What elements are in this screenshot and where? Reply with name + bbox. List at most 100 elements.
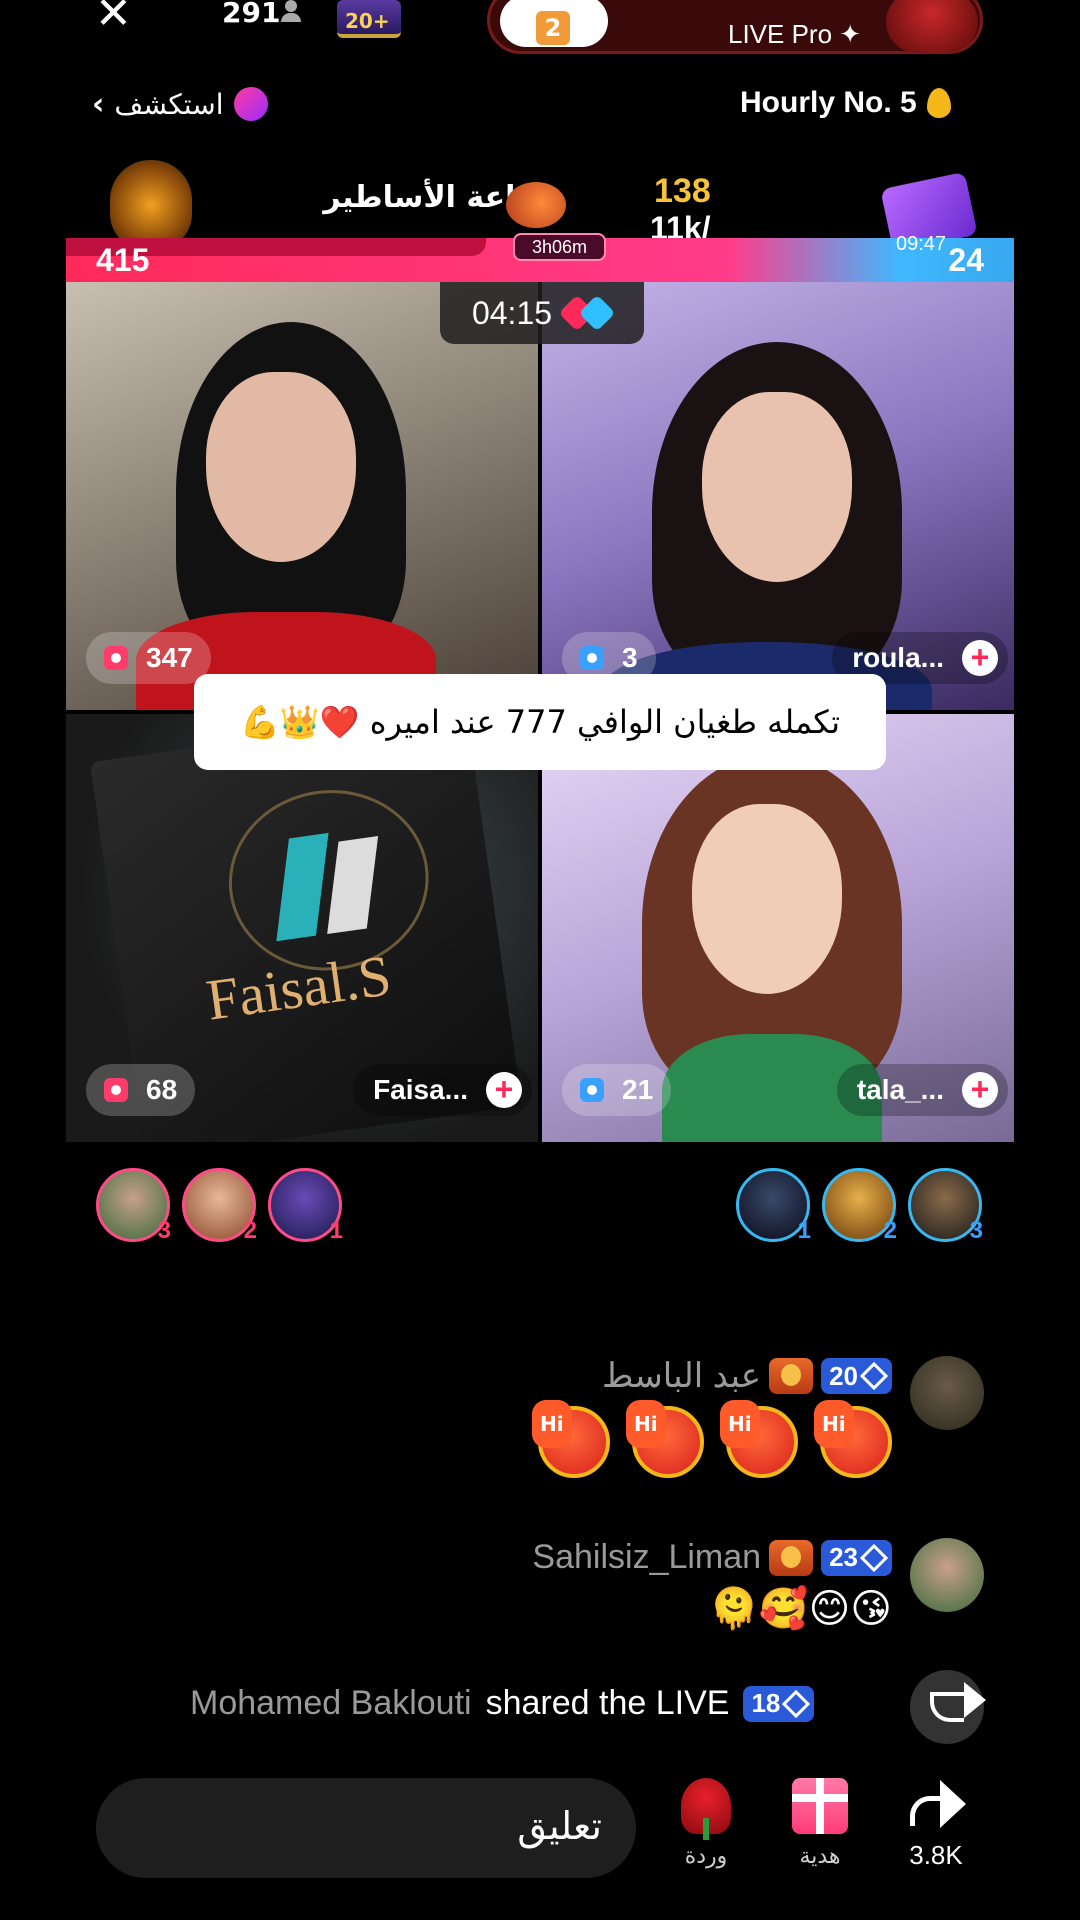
score-badge[interactable]: 68 — [86, 1064, 196, 1116]
video-tile-bottom-left[interactable]: Faisal.S 68 Faisa... + — [66, 714, 538, 1142]
rose-button[interactable]: وردة — [656, 1778, 756, 1869]
host-avatar[interactable] — [886, 0, 978, 53]
score-badge[interactable]: 347 — [86, 632, 211, 684]
supporter-avatar[interactable]: 3 — [96, 1168, 171, 1244]
left-supporters: 3 2 1 — [96, 1168, 343, 1244]
score-icon — [580, 1078, 604, 1102]
share-arrow-icon — [930, 1682, 986, 1722]
chat-body: عبد الباسط 20 — [516, 1356, 892, 1487]
host-pill[interactable]: 2 LIVE Pro ✦ — [487, 0, 983, 54]
explore-button[interactable]: ‹ استكشف — [92, 84, 268, 124]
follow-plus-icon[interactable]: + — [962, 640, 998, 676]
participant-name-pill[interactable]: tala_... + — [836, 1064, 1008, 1116]
chat-header: Sahilsiz_Liman 23 — [532, 1538, 892, 1577]
fan-club-icon — [769, 1358, 814, 1394]
share-count: 3.8K — [909, 1840, 963, 1870]
share-shortcut-button[interactable] — [910, 1670, 986, 1744]
battle-duration: 3h06m — [513, 233, 606, 261]
supporter-rank: 2 — [883, 1217, 897, 1244]
hall-title[interactable]: قاعة الأساطير — [276, 180, 536, 215]
battle-header: قاعة الأساطير 138 11k/ — [66, 160, 1014, 253]
gift-pill[interactable]: 2 — [500, 0, 608, 47]
participant-name: roula... — [852, 642, 944, 673]
live-pro-label: LIVE Pro ✦ — [728, 19, 862, 49]
diamond-icon — [782, 1689, 811, 1718]
gift-icon — [792, 1778, 848, 1834]
video-tile-top-left[interactable]: 347 — [66, 282, 538, 710]
score-value: 347 — [146, 642, 193, 673]
viewer-icon — [280, 0, 302, 22]
participant-name-pill[interactable]: Faisa... + — [353, 1064, 532, 1116]
gift-box-timer: 09:47 — [896, 233, 947, 255]
comment-input[interactable]: تعليق — [96, 1778, 636, 1878]
chat-body: Sahilsiz_Liman 23 🫠🥰😊😘 — [532, 1538, 892, 1631]
viewer-count: 291 — [222, 0, 281, 29]
score-value: 68 — [146, 1074, 178, 1105]
chat-message[interactable]: عبد الباسط 20 — [516, 1356, 984, 1487]
sticker-row — [516, 1400, 892, 1487]
score-top: 138 — [654, 172, 711, 210]
supporter-rank: 1 — [329, 1217, 343, 1244]
shared-text: shared the LIVE — [485, 1684, 730, 1722]
heart-gift-icon — [506, 182, 566, 228]
score-value: 21 — [622, 1074, 654, 1105]
chevron-left-icon: ‹ — [92, 86, 105, 122]
user-level-badge: 18 — [743, 1685, 815, 1722]
close-icon[interactable]: ✕ — [95, 0, 132, 36]
rose-label: وردة — [684, 1844, 728, 1869]
video-tile-top-right[interactable]: 3 roula... + — [542, 282, 1014, 710]
flame-icon — [926, 88, 951, 118]
battle-countdown: 04:15 — [440, 282, 644, 344]
user-level: 20 — [829, 1360, 858, 1391]
supporter-avatar[interactable]: 2 — [822, 1168, 897, 1244]
follow-plus-icon[interactable]: + — [486, 1072, 522, 1108]
explore-label: استكشف — [114, 87, 224, 121]
chat-avatar[interactable] — [910, 1538, 984, 1612]
pinned-comment[interactable]: تكمله طغيان الوافي 777 عند اميره ❤️👑💪 — [194, 674, 886, 770]
participant-name: tala_... — [856, 1074, 944, 1105]
supporter-rank: 3 — [969, 1217, 983, 1244]
hi-sticker-icon — [720, 1400, 798, 1478]
supporter-avatar[interactable]: 2 — [182, 1168, 257, 1244]
hi-sticker-icon — [626, 1400, 704, 1478]
user-level: 18 — [751, 1688, 781, 1718]
hourly-label: Hourly No. 5 — [740, 86, 917, 119]
score-icon — [104, 1078, 128, 1102]
right-supporters: 1 2 3 — [736, 1168, 983, 1244]
hourly-rank[interactable]: Hourly No. 5 — [740, 86, 951, 120]
user-level: 23 — [829, 1542, 858, 1572]
hi-sticker-icon — [814, 1400, 892, 1478]
chat-avatar[interactable] — [910, 1356, 984, 1430]
gift-button[interactable]: هدية — [770, 1778, 870, 1869]
chat-header: عبد الباسط 20 — [602, 1356, 892, 1396]
chat-username[interactable]: Sahilsiz_Liman — [532, 1538, 761, 1577]
chat-message[interactable]: Sahilsiz_Liman 23 🫠🥰😊😘 — [532, 1538, 984, 1631]
participant-name: Faisa... — [373, 1074, 468, 1105]
supporter-avatar[interactable]: 1 — [268, 1168, 343, 1244]
chat-text: 🫠🥰😊😘 — [708, 1586, 892, 1632]
right-team-score: 24 — [948, 242, 984, 278]
supporter-rank: 3 — [157, 1217, 171, 1244]
fan-club-icon — [769, 1539, 814, 1576]
supporter-rank: 2 — [243, 1217, 257, 1244]
countdown-value: 04:15 — [471, 294, 553, 331]
follow-plus-icon[interactable]: + — [962, 1072, 998, 1108]
user-level-badge: 23 — [821, 1539, 892, 1576]
chat-username[interactable]: عبد الباسط — [602, 1356, 761, 1396]
explore-icon — [233, 87, 268, 121]
hall-emblem-icon[interactable] — [110, 160, 192, 250]
score-badge[interactable]: 21 — [562, 1064, 672, 1116]
shared-by-name[interactable]: Mohamed Baklouti — [190, 1684, 472, 1723]
video-tile-bottom-right[interactable]: 21 tala_... + — [542, 714, 1014, 1142]
share-icon — [906, 1778, 966, 1830]
hi-sticker-icon — [532, 1400, 610, 1478]
battle-vs-icon — [564, 298, 612, 328]
participant-face — [702, 392, 852, 582]
share-button[interactable]: 3.8K — [886, 1778, 986, 1871]
rose-icon — [681, 1778, 731, 1840]
supporter-avatar[interactable]: 3 — [908, 1168, 983, 1244]
supporter-avatar[interactable]: 1 — [736, 1168, 811, 1244]
score-value: 3 — [622, 642, 638, 673]
score-icon — [580, 646, 604, 670]
participant-face — [206, 372, 356, 562]
